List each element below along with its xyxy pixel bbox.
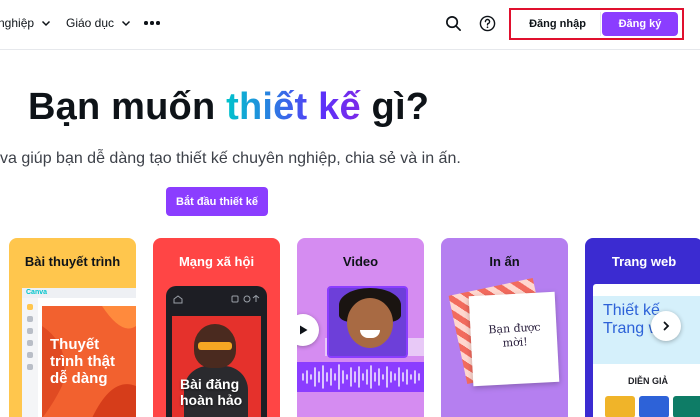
audio-waveform-icon bbox=[297, 362, 424, 392]
title-highlight: thiết kế bbox=[226, 86, 361, 128]
category-card-website[interactable]: Trang web Thiết kế Trang web DIỄN GIẢ bbox=[585, 238, 700, 417]
video-preview bbox=[327, 286, 408, 358]
card-title: Mạng xã hội bbox=[178, 254, 255, 269]
phone-toolbar-icon bbox=[173, 294, 260, 304]
invitation-preview: Bạn được mời! bbox=[468, 291, 560, 387]
nav-menu-business-label: nghiệp bbox=[0, 16, 35, 30]
card-title: Bài thuyết trình bbox=[24, 254, 121, 269]
help-button[interactable] bbox=[477, 13, 497, 33]
category-card-social-media[interactable]: Mạng xã hội Bài đăng hoàn hảo bbox=[153, 238, 280, 417]
auth-buttons-group: Đăng nhập Đăng ký bbox=[509, 8, 684, 40]
category-card-video[interactable]: Video bbox=[297, 238, 424, 417]
title-part-2: gì? bbox=[360, 86, 430, 128]
nav-menu-education-label: Giáo dục bbox=[66, 16, 115, 30]
play-icon bbox=[297, 314, 319, 346]
nav-menu-business[interactable]: nghiệp bbox=[0, 16, 52, 30]
invitation-preview-text: Bạn được mời! bbox=[488, 320, 541, 350]
social-post-preview-text: Bài đăng hoàn hảo bbox=[180, 376, 243, 408]
carousel-next-button[interactable] bbox=[651, 311, 681, 341]
phone-preview: Bài đăng hoàn hảo bbox=[166, 286, 267, 417]
login-button[interactable]: Đăng nhập bbox=[515, 12, 601, 36]
website-preview: Thiết kế Trang web DIỄN GIẢ bbox=[593, 284, 700, 417]
top-navigation-bar: nghiệp Giáo dục Đăng nhập Đăng ký bbox=[0, 0, 700, 50]
card-title: Trang web bbox=[611, 254, 677, 269]
category-card-presentations[interactable]: Bài thuyết trình Canva Thuyết trình thật… bbox=[9, 238, 136, 417]
card-title: In ấn bbox=[489, 254, 520, 269]
search-button[interactable] bbox=[443, 13, 463, 33]
nav-menu-education[interactable]: Giáo dục bbox=[66, 16, 132, 30]
page-title: Bạn muốn thiết kế gì? bbox=[28, 86, 429, 129]
presentation-preview: Canva Thuyết trình thật dễ dàng bbox=[22, 288, 136, 417]
canva-logo: Canva bbox=[26, 289, 48, 296]
website-section-label: DIỄN GIẢ bbox=[627, 376, 668, 386]
search-icon bbox=[445, 15, 461, 31]
presentation-preview-text: Thuyết trình thật dễ dàng bbox=[50, 336, 115, 387]
more-horizontal-icon[interactable] bbox=[143, 14, 161, 32]
title-part-1: Bạn muốn bbox=[28, 86, 227, 128]
signup-button[interactable]: Đăng ký bbox=[602, 12, 678, 36]
help-circle-icon bbox=[479, 15, 495, 31]
card-title: Video bbox=[342, 254, 379, 269]
category-card-print[interactable]: In ấn Bạn được mời! bbox=[441, 238, 568, 417]
start-design-button[interactable]: Bắt đầu thiết kế bbox=[166, 187, 268, 216]
chevron-down-icon bbox=[122, 20, 131, 27]
chevron-down-icon bbox=[42, 20, 51, 27]
page-subtitle: va giúp bạn dễ dàng tạo thiết kế chuyên … bbox=[0, 150, 461, 167]
chevron-right-icon bbox=[663, 321, 670, 331]
